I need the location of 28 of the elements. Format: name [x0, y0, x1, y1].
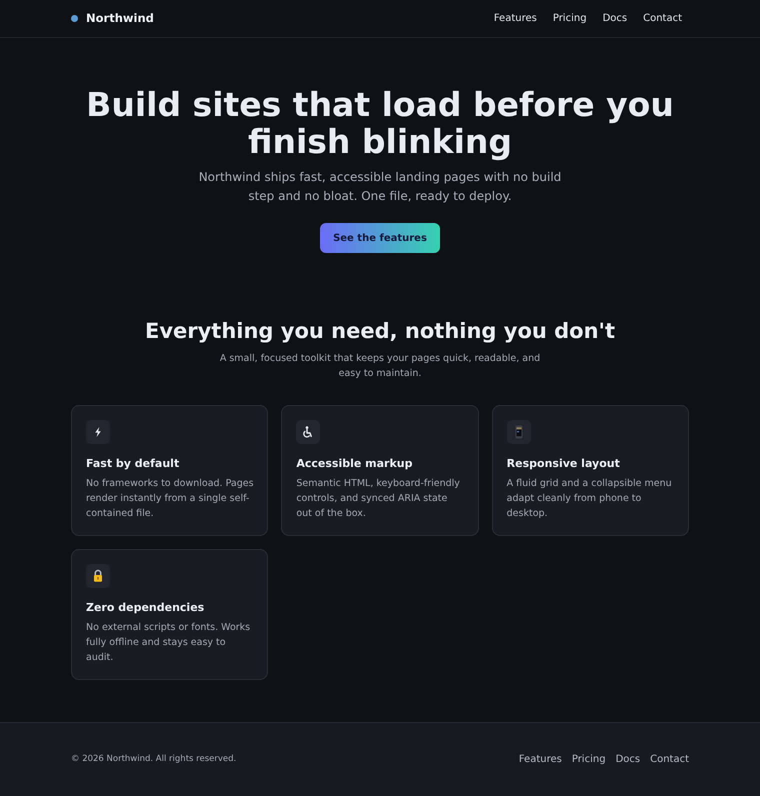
brand-logo[interactable]: Northwind — [86, 10, 154, 28]
padlock-icon — [86, 564, 110, 588]
phone-icon — [506, 420, 531, 444]
footer-link[interactable]: Contact — [650, 752, 689, 767]
feature-description: A fluid grid and a collapsible menu adapt cleanly from phone to desktop. — [506, 477, 673, 521]
section-subtitle: A small, focused toolkit that keeps your pages quick, readable, and easy to maintain. — [218, 352, 542, 381]
footer-link[interactable]: Features — [518, 752, 562, 767]
section-title: Everything you need, nothing you don't — [144, 318, 616, 345]
footer-link[interactable]: Docs — [616, 752, 640, 767]
nav-link-item[interactable]: Contact — [635, 11, 689, 26]
feature-title: Fast by default — [86, 457, 180, 471]
brand-dot-icon — [71, 15, 78, 22]
feature-title: Responsive layout — [506, 457, 621, 471]
hero-title: Build sites that load before you finish blinking — [85, 86, 675, 160]
nav-link-item[interactable]: Pricing — [544, 11, 595, 26]
feature-description: Semantic HTML, keyboard-friendly controls, and synced ARIA state out of the box. — [296, 477, 461, 521]
copyright-text: © 2026 Northwind. All rights reserved. — [71, 753, 236, 766]
nav-link-item[interactable]: Docs — [594, 11, 636, 26]
see-features-button[interactable]: See the features — [320, 223, 440, 253]
feature-description: No frameworks to download. Pages render instantly from a single self-contained file. — [86, 477, 254, 521]
feature-title: Accessible markup — [296, 457, 414, 471]
footer-link[interactable]: Pricing — [572, 752, 606, 767]
feature-description: No external scripts or fonts. Works fully offline and stays easy to audit. — [86, 621, 252, 665]
feature-title: Zero dependencies — [86, 601, 206, 615]
wheelchair-icon — [296, 420, 320, 444]
nav-link-item[interactable]: Features — [486, 11, 545, 26]
hero-subtitle: Northwind ships fast, accessible landing pages with no build step and no bloat. One file, ready to deploy. — [198, 169, 562, 205]
lightning-icon — [86, 420, 110, 444]
